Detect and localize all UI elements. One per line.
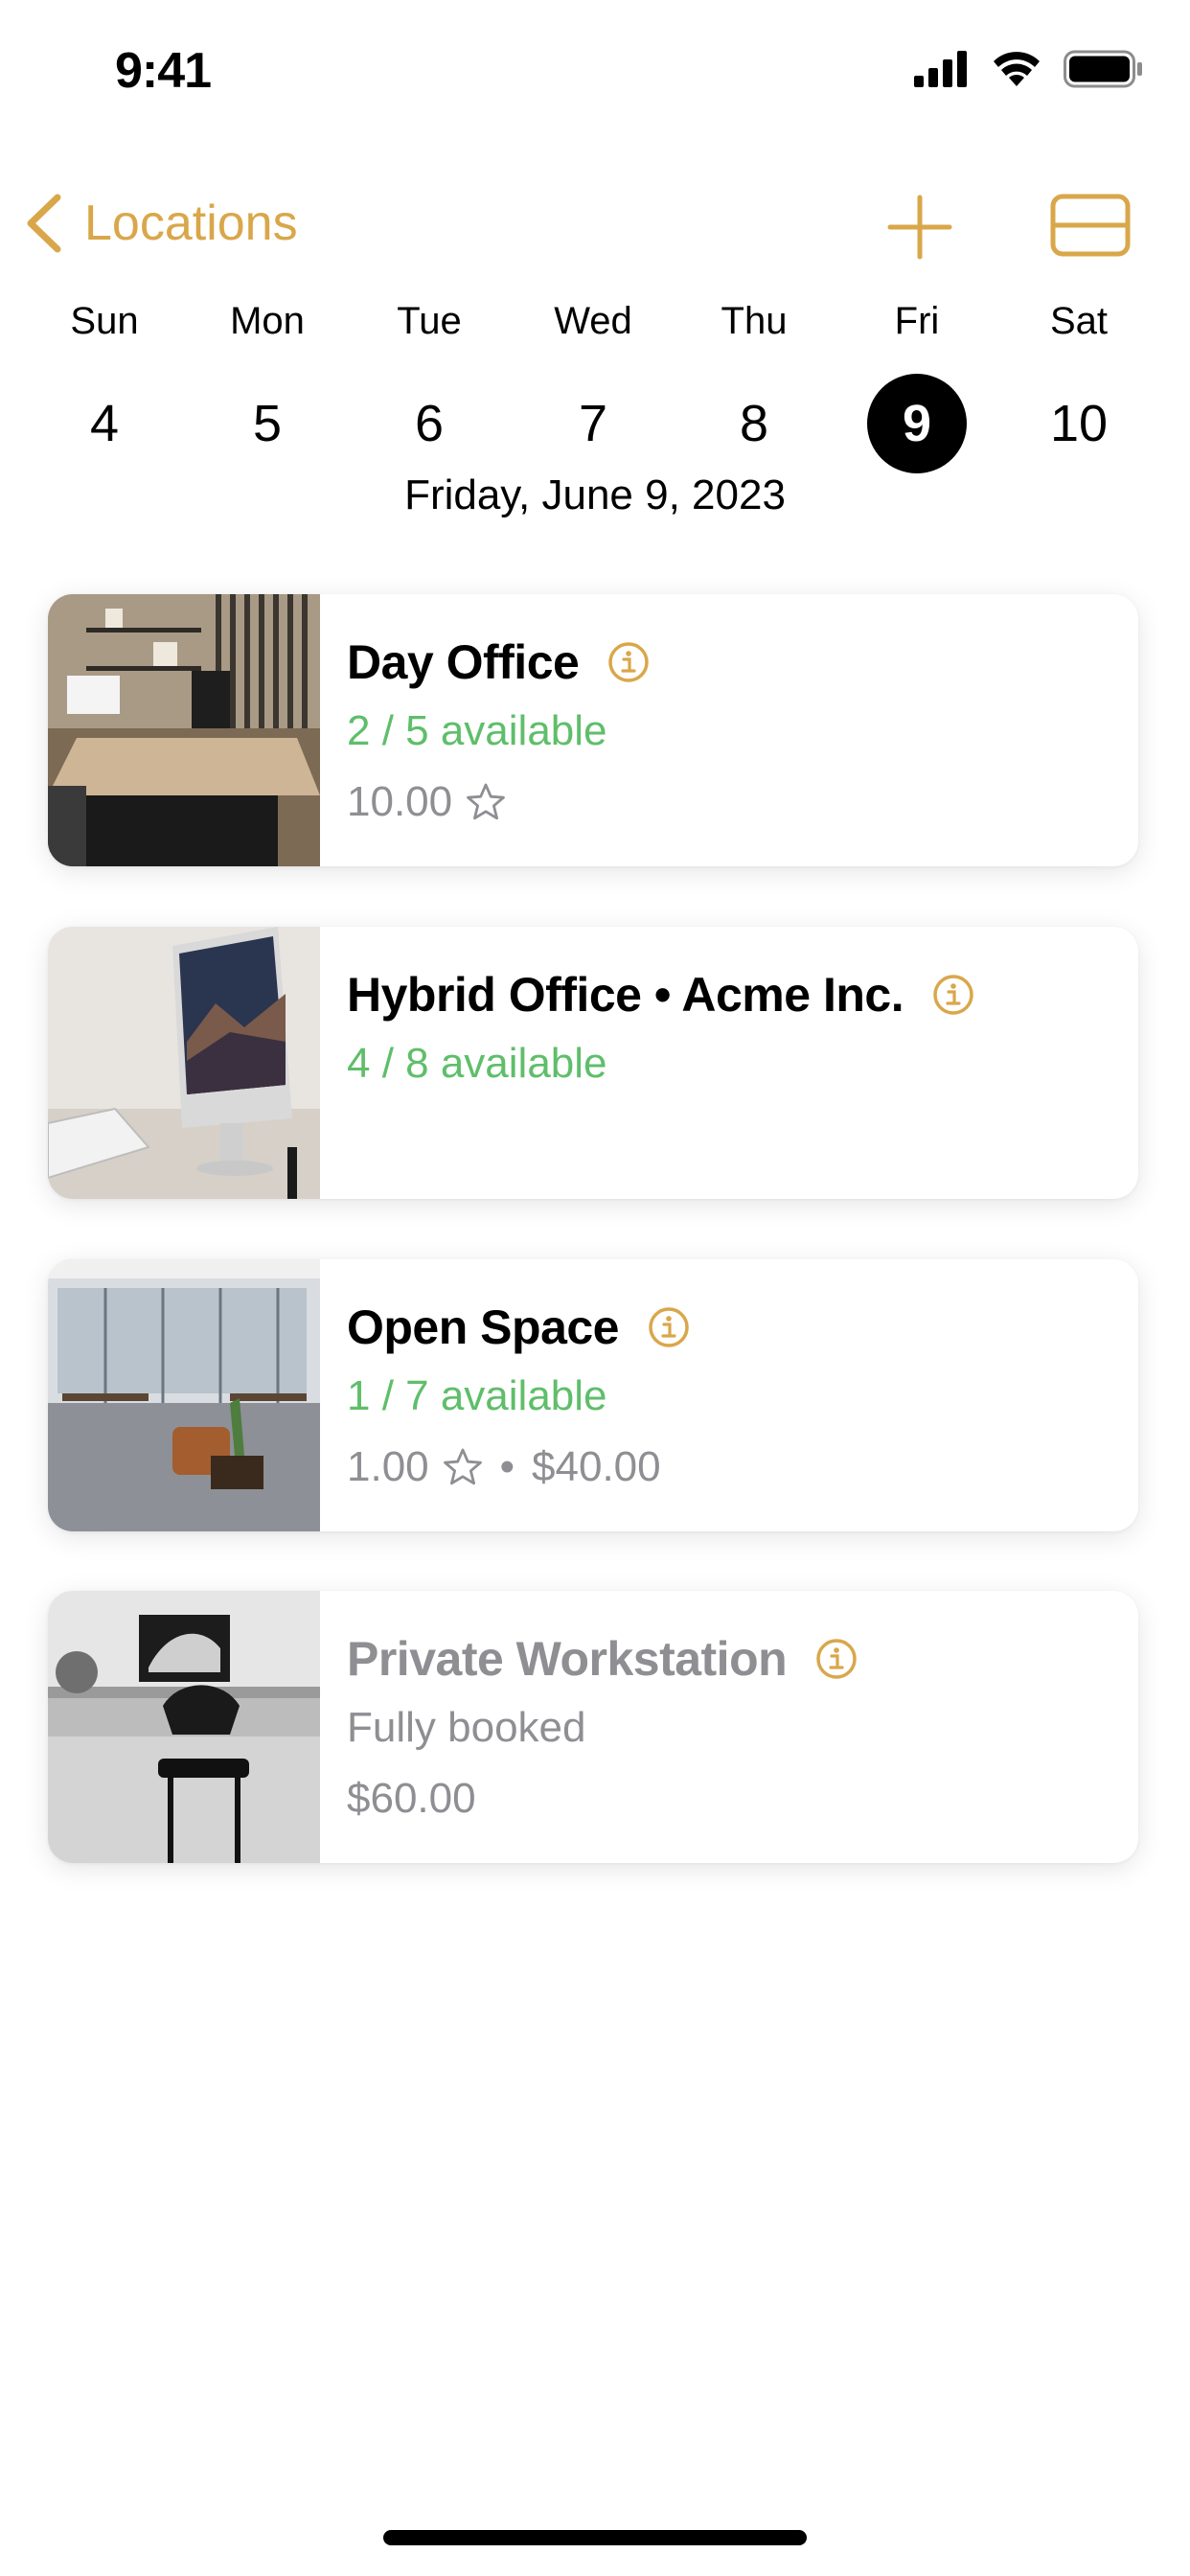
rating-value: 1.00 bbox=[347, 1443, 429, 1490]
day-number: 6 bbox=[414, 395, 445, 452]
day-wed[interactable]: Wed 7 bbox=[526, 292, 660, 473]
navigation-bar: Locations bbox=[0, 182, 1190, 268]
status-bar: 9:41 bbox=[0, 0, 1190, 144]
day-fri[interactable]: Fri 9 bbox=[850, 292, 984, 473]
booking-status-text: Fully booked bbox=[347, 1704, 586, 1751]
day-of-week-label: Mon bbox=[230, 300, 305, 342]
availability-text: 2 / 5 available bbox=[347, 707, 607, 754]
day-thu[interactable]: Thu 8 bbox=[687, 292, 821, 473]
location-title: Hybrid Office • Acme Inc. bbox=[347, 968, 904, 1022]
location-title: Private Workstation bbox=[347, 1632, 788, 1686]
price-value: $40.00 bbox=[532, 1443, 661, 1490]
location-card-day-office[interactable]: Day Office 2 / 5 available 10.00 bbox=[48, 594, 1138, 866]
location-card-private-workstation[interactable]: Private Workstation Fully booked $60.00 bbox=[48, 1591, 1138, 1863]
price-value: $60.00 bbox=[347, 1775, 476, 1822]
wifi-icon bbox=[994, 52, 1040, 86]
availability-text: 4 / 8 available bbox=[347, 1040, 607, 1087]
day-sun[interactable]: Sun 4 bbox=[37, 292, 172, 473]
info-icon[interactable] bbox=[648, 1306, 690, 1348]
location-photo bbox=[48, 927, 320, 1199]
location-details: Hybrid Office • Acme Inc. 4 / 8 availabl… bbox=[347, 961, 1119, 1099]
day-number: 5 bbox=[252, 395, 283, 452]
status-icons bbox=[914, 50, 1144, 88]
location-meta: 10.00 bbox=[347, 767, 1119, 838]
star-icon bbox=[467, 783, 506, 820]
info-icon[interactable] bbox=[932, 974, 974, 1016]
cellular-signal-icon bbox=[914, 51, 967, 87]
day-tue[interactable]: Tue 6 bbox=[362, 292, 496, 473]
location-title: Day Office bbox=[347, 635, 580, 689]
day-of-week-label: Tue bbox=[397, 300, 462, 342]
location-card-open-space[interactable]: Open Space 1 / 7 available 1.00 • $40.00 bbox=[48, 1259, 1138, 1531]
layout-toggle-button[interactable] bbox=[1050, 192, 1131, 259]
day-of-week-label: Wed bbox=[554, 300, 632, 342]
add-button[interactable] bbox=[886, 194, 953, 261]
rating-value: 10.00 bbox=[347, 778, 453, 825]
day-number: 7 bbox=[578, 395, 608, 452]
location-photo bbox=[48, 594, 320, 866]
day-of-week-label: Thu bbox=[721, 300, 788, 342]
day-of-week-label: Fri bbox=[894, 300, 940, 342]
selected-day-number: 9 bbox=[867, 374, 967, 473]
location-details: Private Workstation Fully booked $60.00 bbox=[347, 1625, 1119, 1834]
star-icon bbox=[443, 1448, 482, 1485]
info-icon[interactable] bbox=[607, 641, 650, 683]
day-sat[interactable]: Sat 10 bbox=[1012, 292, 1146, 473]
selected-date-label: Friday, June 9, 2023 bbox=[404, 472, 786, 518]
info-icon[interactable] bbox=[815, 1638, 858, 1680]
location-details: Day Office 2 / 5 available 10.00 bbox=[347, 629, 1119, 838]
back-label: Locations bbox=[84, 196, 298, 251]
location-details: Open Space 1 / 7 available 1.00 • $40.00 bbox=[347, 1294, 1119, 1503]
home-indicator[interactable] bbox=[383, 2530, 807, 2545]
day-number: 4 bbox=[89, 395, 120, 452]
day-number: 10 bbox=[1049, 395, 1109, 452]
day-mon[interactable]: Mon 5 bbox=[200, 292, 334, 473]
back-button[interactable]: Locations bbox=[25, 194, 298, 253]
meta-separator: • bbox=[499, 1443, 515, 1490]
day-of-week-label: Sat bbox=[1049, 300, 1109, 342]
location-title: Open Space bbox=[347, 1300, 620, 1354]
location-card-hybrid-office[interactable]: Hybrid Office • Acme Inc. 4 / 8 availabl… bbox=[48, 927, 1138, 1199]
chevron-left-icon bbox=[27, 194, 61, 253]
day-of-week-label: Sun bbox=[70, 300, 139, 342]
day-number: 8 bbox=[739, 395, 769, 452]
location-photo bbox=[48, 1259, 320, 1531]
location-meta: 1.00 • $40.00 bbox=[347, 1432, 1119, 1503]
status-time: 9:41 bbox=[115, 43, 212, 99]
battery-icon bbox=[1064, 50, 1142, 88]
availability-text: 1 / 7 available bbox=[347, 1372, 607, 1419]
location-photo bbox=[48, 1591, 320, 1863]
